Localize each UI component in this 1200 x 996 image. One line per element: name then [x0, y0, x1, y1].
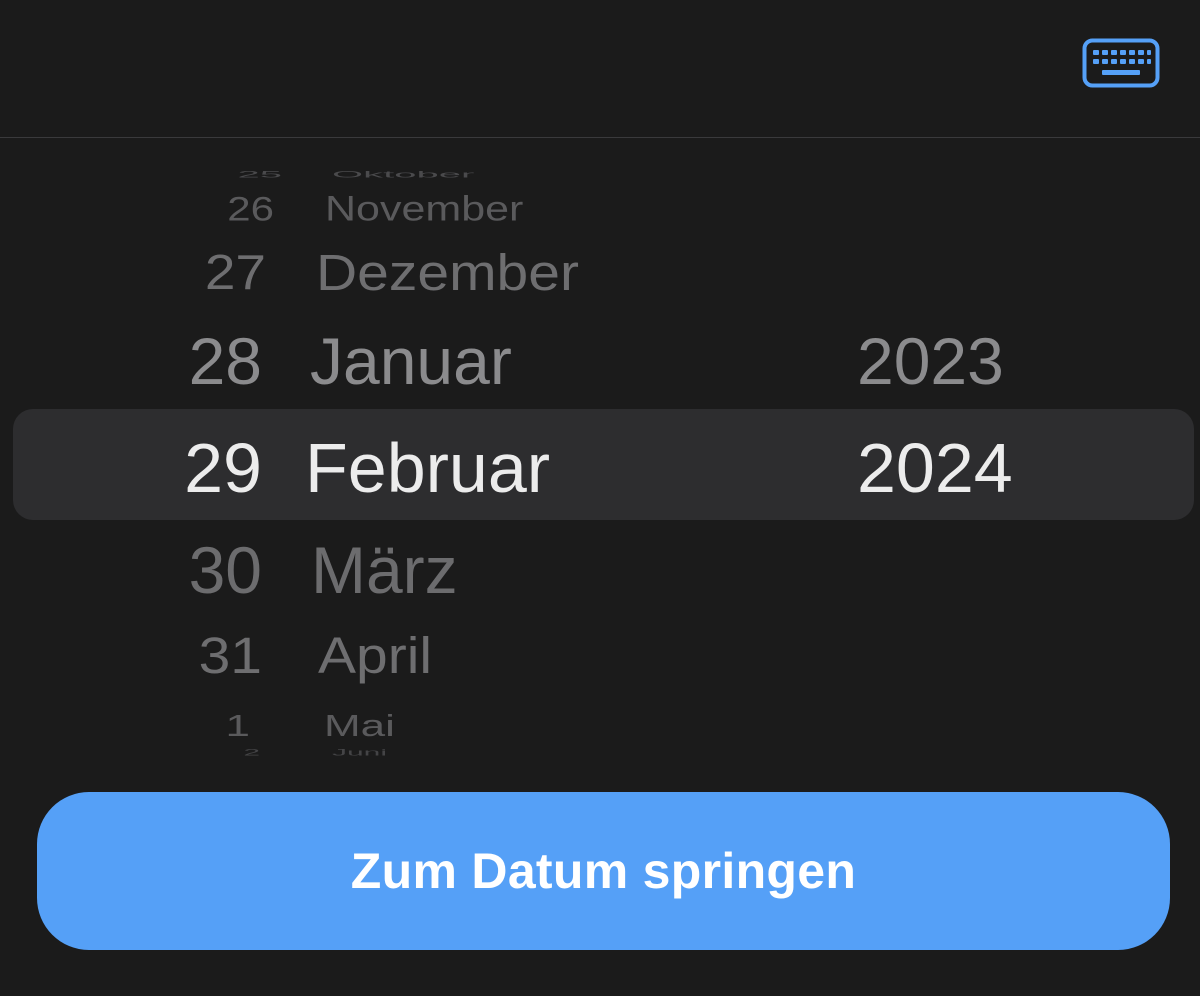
keyboard-icon — [1082, 38, 1160, 88]
date-wheel-picker[interactable]: 25 26 27 28 29 30 31 1 2 Oktober Novembe… — [0, 170, 1200, 760]
day-option[interactable]: 26 — [170, 191, 274, 226]
day-option-selected[interactable]: 29 — [150, 433, 262, 503]
month-option[interactable]: November — [325, 191, 523, 227]
jump-to-date-label: Zum Datum springen — [350, 843, 857, 899]
top-toolbar — [0, 0, 1200, 138]
month-option[interactable]: April — [318, 630, 432, 682]
month-option[interactable]: März — [311, 537, 458, 603]
day-option[interactable]: 25 — [170, 170, 283, 179]
keyboard-toggle-button[interactable] — [1082, 38, 1160, 88]
year-option[interactable]: 2023 — [857, 328, 1004, 394]
month-option[interactable]: Juni — [332, 748, 387, 758]
day-option[interactable]: 27 — [170, 247, 266, 298]
month-option[interactable]: Januar — [310, 328, 512, 394]
month-option[interactable]: Mai — [324, 710, 395, 742]
date-picker-sheet: 25 26 27 28 29 30 31 1 2 Oktober Novembe… — [0, 0, 1200, 996]
day-option[interactable]: 2 — [200, 748, 260, 758]
jump-to-date-button[interactable]: Zum Datum springen — [37, 792, 1170, 950]
month-option-selected[interactable]: Februar — [305, 433, 550, 503]
day-option[interactable]: 30 — [160, 537, 262, 603]
year-option-selected[interactable]: 2024 — [857, 433, 1013, 503]
day-option[interactable]: 31 — [170, 630, 262, 682]
month-option[interactable]: Oktober — [332, 170, 474, 179]
month-option[interactable]: Dezember — [316, 247, 579, 299]
day-option[interactable]: 28 — [160, 328, 262, 394]
day-option[interactable]: 1 — [190, 710, 250, 742]
